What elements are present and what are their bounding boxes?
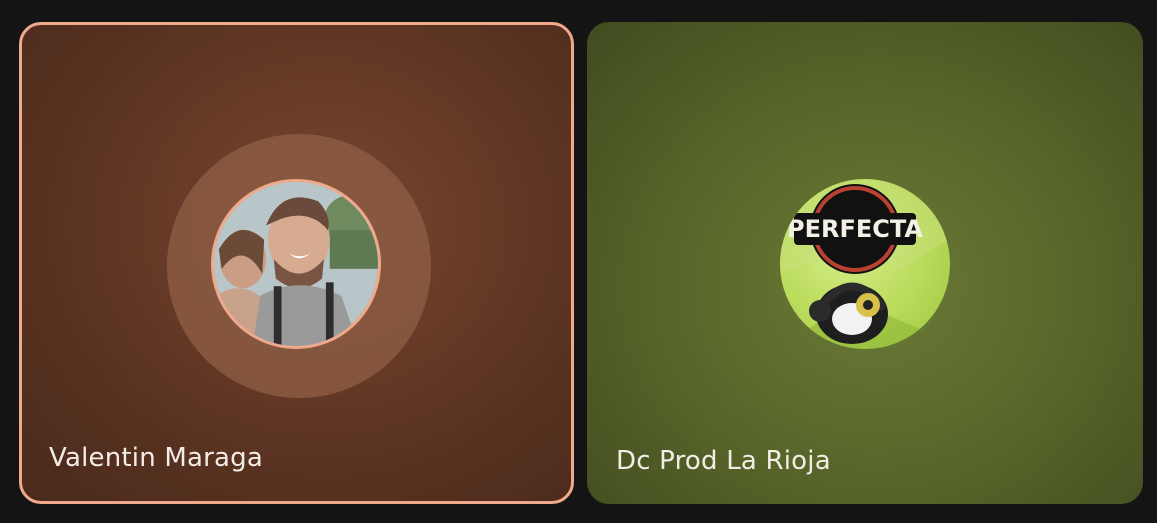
radio-logo-icon: PERFECTA — [780, 179, 950, 349]
avatar — [211, 179, 381, 349]
svg-text:PERFECTA: PERFECTA — [787, 215, 923, 243]
participant-name: Valentin Maraga — [49, 443, 263, 473]
avatar: PERFECTA — [780, 179, 950, 349]
avatar-photo-icon — [214, 182, 378, 346]
participant-tile-valentin[interactable]: Valentin Maraga — [19, 22, 574, 504]
meeting-grid: Valentin Maraga PERFECTA Dc Prod La Rioj… — [0, 0, 1157, 523]
participant-name: Dc Prod La Rioja — [616, 446, 831, 476]
participant-tile-dc-prod[interactable]: PERFECTA Dc Prod La Rioja — [587, 22, 1143, 504]
